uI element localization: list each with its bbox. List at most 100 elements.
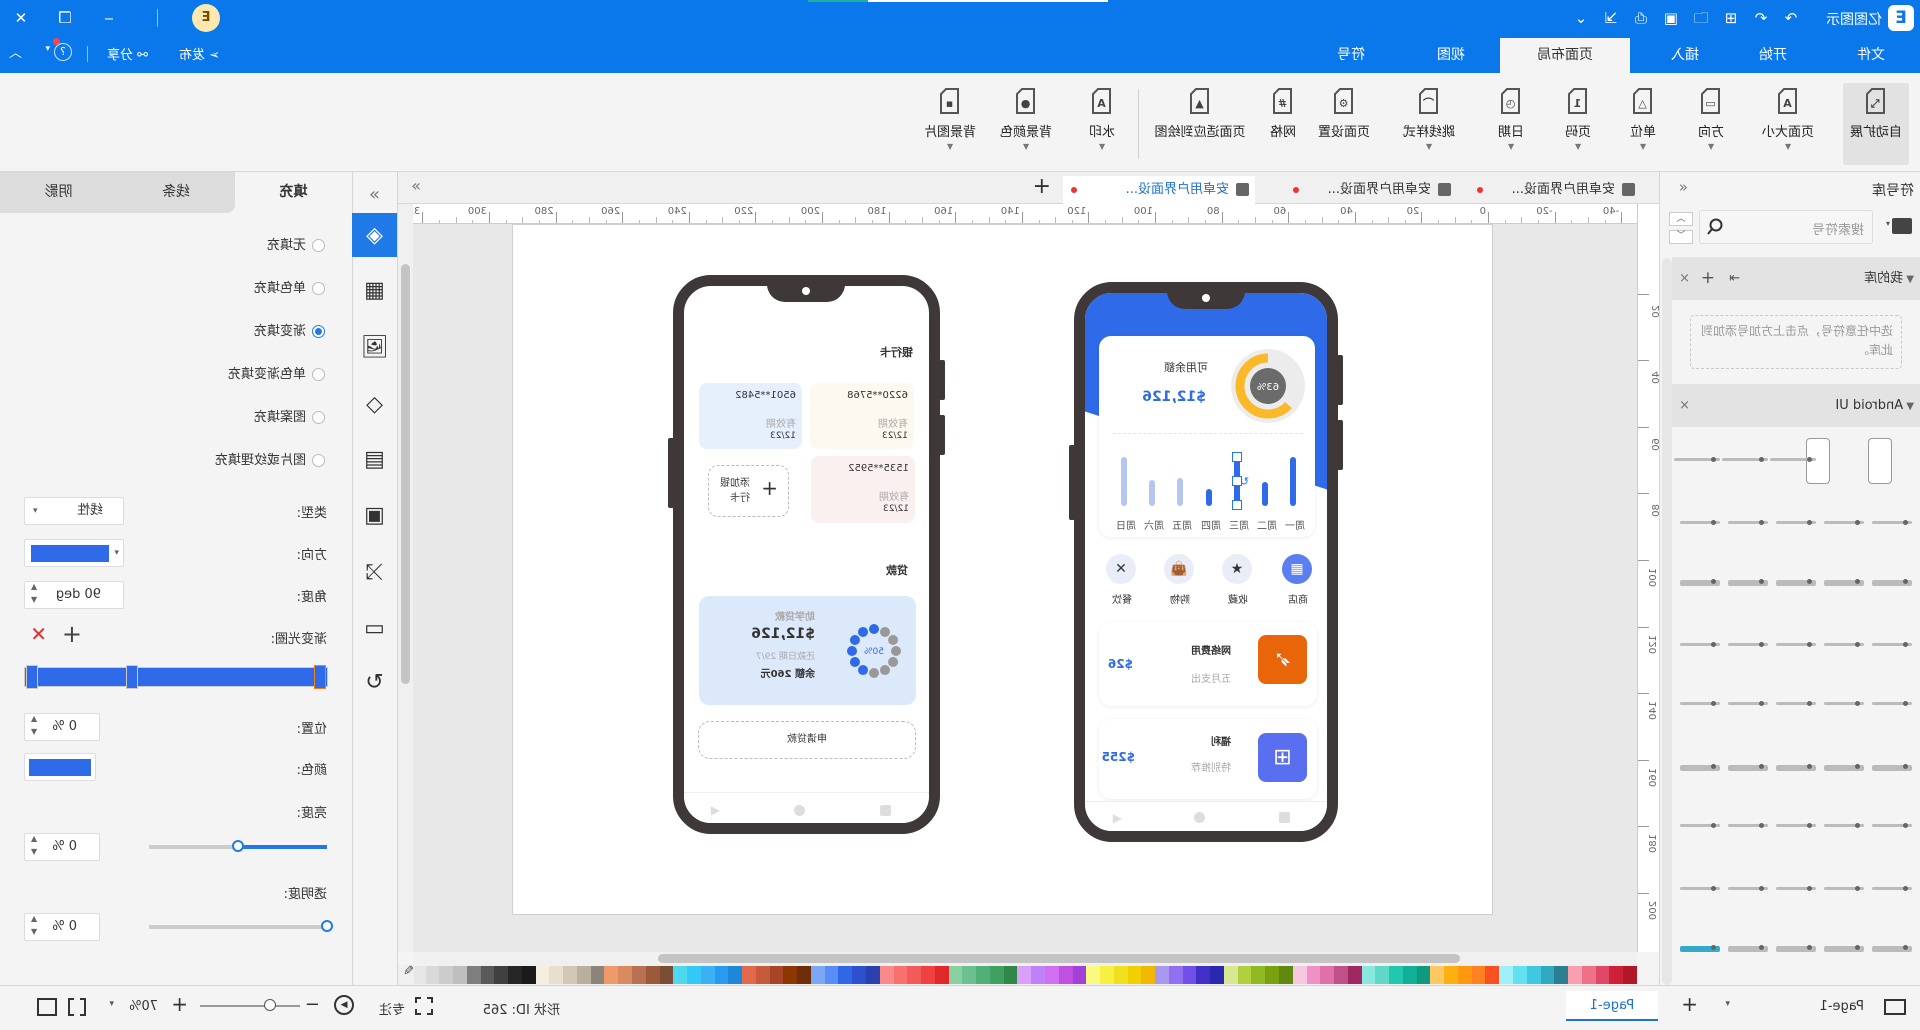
- save-icon[interactable]: ▣: [1660, 8, 1682, 28]
- menu-tab-4[interactable]: 视图: [1402, 38, 1500, 73]
- drawing-page[interactable]: [512, 224, 1493, 915]
- import-icon[interactable]: ⇥: [1729, 257, 1740, 300]
- color-swatch[interactable]: [1609, 966, 1624, 984]
- color-swatch[interactable]: [1265, 966, 1279, 984]
- layers-icon[interactable]: ◇: [352, 382, 397, 426]
- page-layout-icon[interactable]: [1884, 999, 1906, 1015]
- ribbon-button[interactable]: ▲ 页面适应到绘图: [1146, 83, 1254, 165]
- home-icon[interactable]: [794, 805, 805, 816]
- color-swatch[interactable]: [1086, 966, 1101, 984]
- minimize-button[interactable]: ‒: [96, 6, 122, 30]
- store-icon[interactable]: ▦: [1282, 554, 1312, 584]
- color-swatch[interactable]: [1196, 966, 1211, 984]
- history-icon[interactable]: ↻: [352, 660, 397, 704]
- menu-tab-5[interactable]: 符号: [1302, 38, 1400, 73]
- back-icon[interactable]: ▶: [1113, 811, 1122, 825]
- close-button[interactable]: ✕: [8, 6, 34, 30]
- bank-card[interactable]: 1535**5952 有效期 12/23: [811, 456, 915, 523]
- color-swatch[interactable]: [907, 966, 922, 984]
- slider-knob[interactable]: [232, 840, 244, 852]
- color-swatch[interactable]: [1251, 966, 1266, 984]
- color-swatch[interactable]: [1210, 966, 1224, 984]
- color-swatch[interactable]: [838, 966, 853, 984]
- position-stepper[interactable]: 0 % ▲ ▼: [24, 713, 100, 741]
- ribbon-button[interactable]: △ 单位 ▼: [1614, 83, 1672, 165]
- ribbon-button[interactable]: ● 背景颜色 ▼: [993, 83, 1059, 165]
- bank-card[interactable]: 6220**5768 有效期 12/23: [810, 383, 914, 449]
- selection-handle[interactable]: [1232, 500, 1242, 510]
- new-icon[interactable]: ⊞: [1720, 8, 1742, 28]
- color-swatch[interactable]: [618, 966, 633, 984]
- fill-option-radio[interactable]: 渐变填充: [254, 320, 325, 339]
- ribbon-button[interactable]: A 页面大小 ▼: [1755, 83, 1821, 165]
- color-swatch[interactable]: [1279, 966, 1293, 984]
- bar[interactable]: [1262, 481, 1268, 506]
- gradient-bar[interactable]: [24, 667, 328, 687]
- pen-icon[interactable]: ✎: [398, 964, 414, 985]
- publish-button[interactable]: ➢ 发布: [179, 44, 220, 63]
- utensils-icon[interactable]: ✕: [1106, 554, 1136, 584]
- page-dropdown-icon[interactable]: ▾: [1725, 999, 1730, 1009]
- color-swatch[interactable]: [824, 966, 839, 984]
- more-icon[interactable]: ⌄: [1570, 8, 1592, 28]
- radio-button[interactable]: [312, 454, 325, 467]
- color-swatch[interactable]: [535, 966, 550, 984]
- bar[interactable]: [1121, 457, 1127, 506]
- bar[interactable]: [1177, 478, 1183, 506]
- color-swatch[interactable]: [879, 966, 894, 984]
- fill-option-radio[interactable]: 图片或纹理填充: [215, 449, 325, 468]
- color-swatch[interactable]: [645, 966, 660, 984]
- color-swatch[interactable]: [508, 966, 522, 984]
- menu-tab-2[interactable]: 插入: [1636, 38, 1734, 73]
- fill-option-radio[interactable]: 无填充: [267, 234, 325, 253]
- color-swatch[interactable]: [687, 966, 701, 984]
- color-swatch[interactable]: [934, 966, 949, 984]
- color-swatch[interactable]: [1113, 966, 1128, 984]
- help-icon[interactable]: ?: [54, 43, 72, 61]
- add-card-button[interactable]: + 添加银行卡: [708, 465, 789, 517]
- gradient-stop[interactable]: [26, 665, 38, 689]
- play-icon[interactable]: ▶: [334, 995, 354, 1015]
- remove-stop-icon[interactable]: ✕: [30, 622, 47, 646]
- color-swatch[interactable]: [1595, 966, 1610, 984]
- color-swatch[interactable]: [549, 966, 564, 984]
- color-swatch[interactable]: [1513, 966, 1527, 984]
- color-swatch[interactable]: [1292, 966, 1307, 984]
- grid-icon[interactable]: ▦: [352, 268, 397, 312]
- color-swatch[interactable]: [1361, 966, 1376, 984]
- transparency-slider[interactable]: [149, 920, 333, 932]
- document-tab[interactable]: 安卓用户界面设...: [1063, 176, 1255, 204]
- undo-icon[interactable]: ↶: [1750, 8, 1772, 28]
- menu-tab-0[interactable]: 文件: [1822, 38, 1920, 73]
- color-swatch[interactable]: [1058, 966, 1073, 984]
- back-icon[interactable]: ▶: [711, 803, 720, 817]
- zoom-in-button[interactable]: +: [171, 992, 188, 1016]
- restore-button[interactable]: ❐: [52, 6, 78, 30]
- color-swatch[interactable]: [1444, 966, 1458, 984]
- color-swatch[interactable]: [1540, 966, 1555, 984]
- close-icon[interactable]: ×: [1679, 257, 1690, 300]
- search-icon[interactable]: [1706, 218, 1724, 236]
- color-swatch[interactable]: [797, 966, 811, 984]
- color-swatch[interactable]: [590, 966, 605, 984]
- tab-shadow[interactable]: 阴影: [0, 172, 117, 213]
- export-icon[interactable]: ⇲: [1600, 8, 1622, 28]
- color-swatch[interactable]: [1581, 966, 1596, 984]
- color-swatch[interactable]: [494, 966, 509, 984]
- layout-icon[interactable]: ▣: [352, 493, 397, 537]
- zoom-dropdown-icon[interactable]: ▾: [109, 999, 114, 1009]
- angle-stepper[interactable]: 90 deg ▲ ▼: [24, 581, 124, 609]
- print-icon[interactable]: ⎙: [1630, 8, 1652, 28]
- image-icon[interactable]: 🖼: [352, 325, 397, 369]
- bar[interactable]: [1149, 480, 1155, 506]
- color-swatch[interactable]: [1347, 966, 1362, 984]
- color-swatch[interactable]: [1334, 966, 1348, 984]
- color-swatch[interactable]: [453, 966, 467, 984]
- open-icon[interactable]: 🗀: [1690, 8, 1712, 28]
- help-dropdown-icon[interactable]: ▾: [45, 44, 50, 54]
- gradient-stop-selected[interactable]: [314, 665, 326, 689]
- add-stop-icon[interactable]: +: [62, 620, 82, 648]
- fill-option-radio[interactable]: 单色填充: [254, 277, 325, 296]
- brightness-stepper[interactable]: 0 % ▲ ▼: [24, 833, 100, 861]
- zoom-out-button[interactable]: −: [305, 994, 320, 1015]
